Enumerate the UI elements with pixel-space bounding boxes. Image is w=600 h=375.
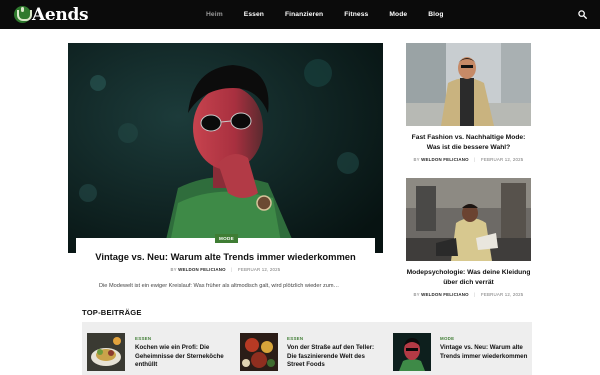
top-post-thumbnail[interactable] (240, 333, 278, 371)
top-post-item[interactable]: ESSEN Von der Straße auf den Teller: Die… (235, 322, 385, 375)
meta-by: BY (170, 267, 177, 272)
author-link[interactable]: WELDON FELICIANO (421, 292, 469, 297)
hero-image[interactable] (68, 43, 383, 253)
search-icon[interactable] (578, 10, 587, 19)
nav-item-essen[interactable]: Essen (244, 11, 264, 18)
side-post-image[interactable] (406, 178, 531, 261)
post-date: FEBRUAR 12, 2025 (237, 267, 281, 272)
nav-item-mode[interactable]: Mode (389, 11, 407, 18)
hero-meta: BY WELDON FELICIANO | FEBRUAR 12, 2025 (76, 267, 375, 272)
post-date: FEBRUAR 12, 2025 (480, 157, 524, 162)
top-post-category[interactable]: MODE (440, 336, 454, 341)
meta-separator: | (474, 157, 476, 162)
hero-excerpt: Die Modewelt ist ein ewiger Kreislauf: W… (99, 283, 340, 289)
top-post-item[interactable]: ESSEN Kochen wie ein Profi: Die Geheimni… (82, 322, 232, 375)
post-date: FEBRUAR 12, 2025 (480, 292, 524, 297)
meta-separator: | (231, 267, 233, 272)
nav-item-finanzieren[interactable]: Finanzieren (285, 11, 323, 18)
side-post-image[interactable] (406, 43, 531, 126)
side-post-title[interactable]: Fast Fashion vs. Nachhaltige Mode: Was i… (406, 133, 531, 153)
hero-article-card: MODE Vintage vs. Neu: Warum alte Trends … (76, 234, 375, 298)
section-title: TOP-BEITRÄGE (82, 308, 142, 317)
meta-by: BY (413, 157, 420, 162)
side-post-meta: BY WELDON FELICIANO | FEBRUAR 12, 2025 (406, 157, 531, 162)
top-post-title[interactable]: Von der Straße auf den Teller: Die faszi… (287, 344, 382, 370)
top-post-category[interactable]: ESSEN (287, 336, 303, 341)
top-post-category[interactable]: ESSEN (135, 336, 151, 341)
top-navigation-bar: Aends Heim Essen Finanzieren Fitness Mod… (0, 0, 600, 29)
logo-icon (14, 6, 32, 23)
meta-separator: | (474, 292, 476, 297)
author-link[interactable]: WELDON FELICIANO (178, 267, 226, 272)
category-badge[interactable]: MODE (215, 234, 238, 243)
hero-title[interactable]: Vintage vs. Neu: Warum alte Trends immer… (76, 251, 375, 262)
nav-item-heim[interactable]: Heim (206, 11, 223, 18)
top-post-title[interactable]: Kochen wie ein Profi: Die Geheimnisse de… (135, 344, 230, 370)
nav-item-blog[interactable]: Blog (428, 11, 443, 18)
top-post-thumbnail[interactable] (87, 333, 125, 371)
top-post-thumbnail[interactable] (393, 333, 431, 371)
side-post-title[interactable]: Modepsychologie: Was deine Kleidung über… (406, 268, 531, 288)
site-logo[interactable]: Aends (14, 4, 89, 25)
top-post-title[interactable]: Vintage vs. Neu: Warum alte Trends immer… (440, 344, 535, 361)
author-link[interactable]: WELDON FELICIANO (421, 157, 469, 162)
side-post-meta: BY WELDON FELICIANO | FEBRUAR 12, 2025 (406, 292, 531, 297)
logo-text: Aends (32, 4, 89, 25)
main-nav: Heim Essen Finanzieren Fitness Mode Blog (206, 0, 465, 29)
nav-item-fitness[interactable]: Fitness (344, 11, 368, 18)
top-post-item[interactable]: MODE Vintage vs. Neu: Warum alte Trends … (388, 322, 532, 375)
meta-by: BY (413, 292, 420, 297)
